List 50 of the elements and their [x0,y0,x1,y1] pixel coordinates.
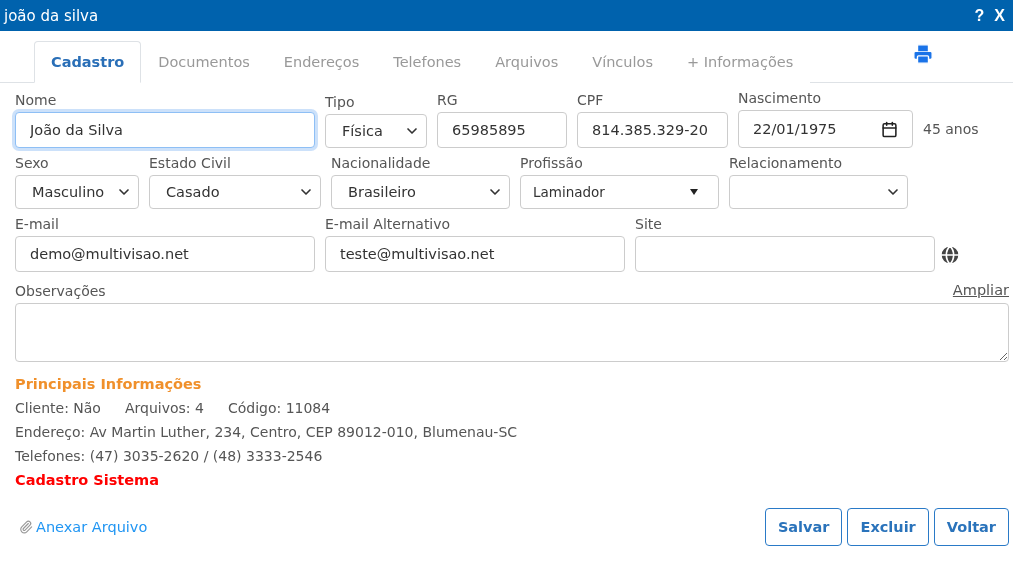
field-label: Tipo [325,93,356,112]
close-button[interactable]: X [994,6,1005,25]
info-text: Telefones: (47) 3035-2620 / (48) 3333-2546 [15,447,324,466]
info-text: Código: 11084 [227,399,331,418]
paperclip-icon [19,520,33,534]
select-field[interactable]: Brasileiro [331,175,510,209]
input-field[interactable] [635,236,935,272]
field-label: CPF [577,91,605,110]
expand-link[interactable]: Ampliar [952,282,1009,303]
info-text: Cliente: Não [15,399,101,418]
window-title: joão da silva [4,6,100,25]
action-button[interactable]: Salvar [764,508,843,546]
field-label: E-mail Alternativo [325,215,452,234]
field-label: Nascimento [738,89,823,108]
action-button[interactable]: Excluir [847,508,929,546]
tab[interactable]: Cadastro [34,41,142,83]
field-label: Relacionamento [729,154,843,173]
section-title: Principais Informações [15,375,203,394]
field-label: E-mail [15,215,60,234]
age-text: 45 anos [923,120,979,137]
help-button[interactable]: ? [974,6,985,25]
input-field[interactable]: 814.385.329-20 [577,112,728,148]
field-label: Sexo [15,154,50,173]
info-text: Arquivos: 4 [124,399,204,418]
action-button[interactable]: Voltar [933,508,1009,546]
select-field[interactable]: Casado [149,175,321,209]
date-field[interactable]: 22/01/1975 [738,110,913,148]
field-label: Profissão [520,154,584,173]
field-label: Nome [15,91,58,110]
select-field[interactable]: Laminador [520,175,719,209]
attach-link[interactable]: Anexar Arquivo [15,519,148,535]
input-field[interactable]: João da Silva [15,112,315,148]
field-label: Nacionalidade [331,154,432,173]
caret-icon [690,189,698,195]
field-label: Observações [15,282,106,301]
calendar-icon [881,120,898,138]
field-label: Site [635,215,663,234]
alert-text: Cadastro Sistema [15,471,161,490]
select-field[interactable]: Física [325,114,427,148]
input-field[interactable]: teste@multivisao.net [325,236,625,272]
field-label: Estado Civil [149,154,232,173]
input-field[interactable]: 65985895 [437,112,567,148]
input-field[interactable]: demo@multivisao.net [15,236,315,272]
print-icon[interactable] [912,43,934,65]
select-field[interactable] [729,175,908,209]
select-field[interactable]: Masculino [15,175,139,209]
globe-icon[interactable] [939,244,961,266]
info-text: Endereço: Av Martin Luther, 234, Centro, CEP 89012-010, Blumenau-SC [15,423,519,442]
observations-field[interactable] [15,303,1009,362]
field-label: RG [437,91,459,110]
